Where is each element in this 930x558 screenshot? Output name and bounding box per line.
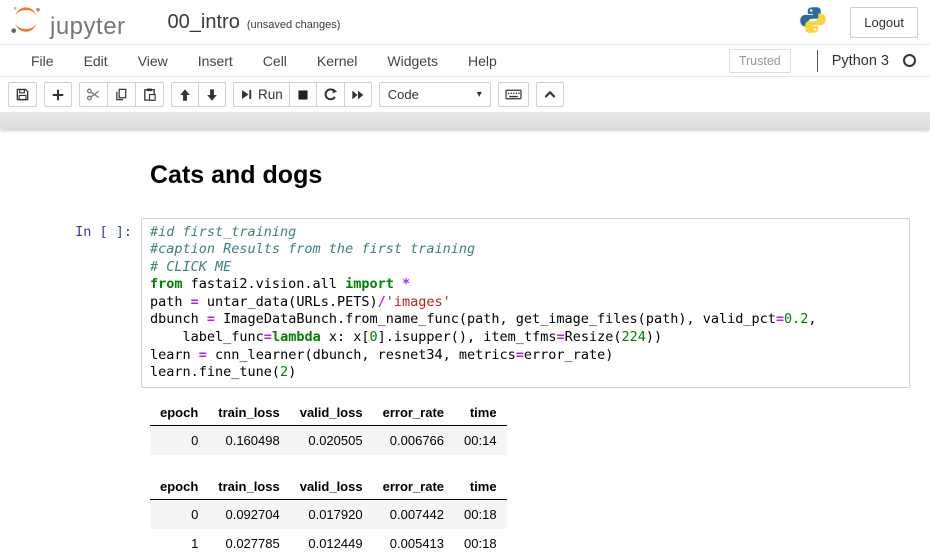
chevron-down-icon: ▾ xyxy=(477,89,482,100)
trusted-badge: Trusted xyxy=(729,49,791,73)
restart-icon xyxy=(323,87,338,102)
arrow-down-icon xyxy=(205,88,219,102)
menu-help[interactable]: Help xyxy=(453,46,512,76)
move-cell-up-button[interactable] xyxy=(171,82,199,107)
output-table-1: epochtrain_lossvalid_losserror_ratetime0… xyxy=(150,401,507,455)
keyboard-icon xyxy=(505,87,522,102)
menu-kernel[interactable]: Kernel xyxy=(302,46,372,76)
run-button-label: Run xyxy=(258,87,283,102)
table-cell: 0.006766 xyxy=(373,425,454,455)
table-cell: 0.160498 xyxy=(208,425,289,455)
step-forward-icon xyxy=(240,88,253,101)
notebook-title[interactable]: 00_intro xyxy=(168,11,240,34)
restart-kernel-button[interactable] xyxy=(316,82,345,107)
jupyter-logo[interactable]: jupyter xyxy=(8,4,126,41)
kernel-separator xyxy=(817,50,818,72)
chevron-up-icon xyxy=(543,88,557,101)
cell-type-dropdown[interactable]: Code ▾ xyxy=(379,82,491,107)
table-header: valid_loss xyxy=(290,401,373,426)
kernel-name: Python 3 xyxy=(832,53,889,69)
header: jupyter 00_intro (unsaved changes) Logou… xyxy=(0,0,930,44)
table-cell: 0.005413 xyxy=(373,529,454,558)
table-header: time xyxy=(454,475,507,500)
arrow-up-icon xyxy=(178,88,192,102)
menu-cell[interactable]: Cell xyxy=(248,46,302,76)
output-area: epochtrain_lossvalid_losserror_ratetime0… xyxy=(150,401,930,558)
markdown-heading: Cats and dogs xyxy=(150,162,930,190)
menu-edit[interactable]: Edit xyxy=(69,46,123,76)
command-palette-button[interactable] xyxy=(498,82,529,107)
table-header: epoch xyxy=(150,401,208,426)
save-button[interactable] xyxy=(8,82,37,107)
table-row: 00.1604980.0205050.00676600:14 xyxy=(150,425,507,455)
jupyter-logo-icon xyxy=(8,4,44,41)
copy-cells-button[interactable] xyxy=(107,82,136,107)
table-header: epoch xyxy=(150,475,208,500)
code-line: learn = cnn_learner(dbunch, resnet34, me… xyxy=(150,347,901,365)
table-cell: 0.012449 xyxy=(290,529,373,558)
python-logo-icon xyxy=(798,5,828,40)
cut-cells-button[interactable] xyxy=(79,82,108,107)
menu-widgets[interactable]: Widgets xyxy=(372,46,453,76)
table-row: 00.0927040.0179200.00744200:18 xyxy=(150,499,507,529)
code-line: learn.fine_tune(2) xyxy=(150,364,901,382)
table-header: error_rate xyxy=(373,475,454,500)
plus-icon xyxy=(51,88,65,102)
code-line: dbunch = ImageDataBunch.from_name_func(p… xyxy=(150,311,901,329)
paste-cells-button[interactable] xyxy=(135,82,164,107)
code-input-area[interactable]: #id first_training#caption Results from … xyxy=(141,218,910,388)
table-header: valid_loss xyxy=(290,475,373,500)
fast-forward-icon xyxy=(351,88,365,102)
table-header: time xyxy=(454,401,507,426)
code-line: path = untar_data(URLs.PETS)/'images' xyxy=(150,294,901,312)
stop-icon xyxy=(296,88,310,102)
logout-button[interactable]: Logout xyxy=(850,7,918,38)
cell-type-selected: Code xyxy=(388,87,419,102)
table-header: train_loss xyxy=(208,475,289,500)
code-line: from fastai2.vision.all import * xyxy=(150,276,901,294)
table-cell: 0.027785 xyxy=(208,529,289,558)
table-cell: 0.092704 xyxy=(208,499,289,529)
table-cell: 0.017920 xyxy=(290,499,373,529)
table-cell: 0.020505 xyxy=(290,425,373,455)
copy-icon xyxy=(114,87,129,102)
insert-cell-below-button[interactable] xyxy=(44,82,72,107)
menu-file[interactable]: File xyxy=(16,46,69,76)
notebook-container: Cats and dogs In [ ]: #id first_training… xyxy=(0,129,930,555)
table-cell: 0 xyxy=(150,425,208,455)
toolbar: Run Code ▾ xyxy=(0,77,930,112)
jupyter-logo-text: jupyter xyxy=(50,15,126,41)
output-table-2: epochtrain_lossvalid_losserror_ratetime0… xyxy=(150,475,507,558)
code-cell[interactable]: In [ ]: #id first_training#caption Resul… xyxy=(0,218,930,388)
code-line: label_func=lambda x: x[0].isupper(), ite… xyxy=(150,329,901,347)
table-cell: 0.007442 xyxy=(373,499,454,529)
code-lines: #id first_training#caption Results from … xyxy=(150,224,901,382)
code-line: #caption Results from the first training xyxy=(150,241,901,259)
kernel-idle-indicator-icon xyxy=(903,54,916,67)
table-cell: 00:18 xyxy=(454,499,507,529)
menubar: File Edit View Insert Cell Kernel Widget… xyxy=(0,44,930,77)
paste-icon xyxy=(142,87,157,102)
menu-view[interactable]: View xyxy=(123,46,183,76)
table-row: 10.0277850.0124490.00541300:18 xyxy=(150,529,507,558)
code-line: #id first_training xyxy=(150,224,901,242)
menu-insert[interactable]: Insert xyxy=(183,46,248,76)
scissors-icon xyxy=(86,87,101,102)
table-cell: 00:18 xyxy=(454,529,507,558)
save-icon xyxy=(15,87,30,102)
header-shadow-band xyxy=(0,112,930,129)
table-header: error_rate xyxy=(373,401,454,426)
table-cell: 00:14 xyxy=(454,425,507,455)
table-cell: 1 xyxy=(150,529,208,558)
run-button[interactable]: Run xyxy=(233,82,290,107)
interrupt-kernel-button[interactable] xyxy=(289,82,317,107)
move-cell-down-button[interactable] xyxy=(198,82,226,107)
table-header: train_loss xyxy=(208,401,289,426)
restart-run-all-button[interactable] xyxy=(344,82,372,107)
cell-prompt: In [ ]: xyxy=(0,218,141,388)
toolbar-extra-button[interactable] xyxy=(536,82,564,107)
code-line: # CLICK ME xyxy=(150,259,901,277)
table-cell: 0 xyxy=(150,499,208,529)
checkpoint-status: (unsaved changes) xyxy=(247,19,341,31)
